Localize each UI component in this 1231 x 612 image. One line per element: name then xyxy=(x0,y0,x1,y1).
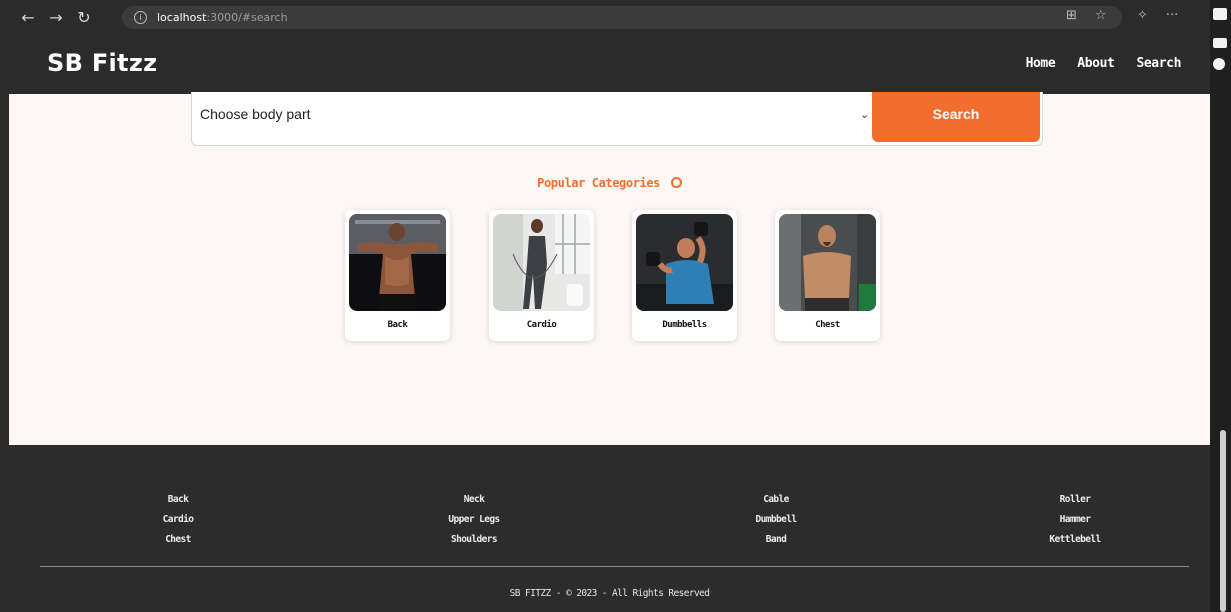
footer-column-2: Neck Upper Legs Shoulders xyxy=(404,490,544,550)
scrollbar-thumb[interactable] xyxy=(1220,430,1226,612)
settings-gear-icon[interactable] xyxy=(1213,58,1225,70)
footer-link-shoulders[interactable]: Shoulders xyxy=(404,530,544,550)
more-menu-icon[interactable]: ··· xyxy=(1166,8,1178,23)
favorites-icon[interactable]: ✧ xyxy=(1137,8,1148,23)
body-part-select[interactable]: Choose body part xyxy=(200,106,311,122)
category-label-chest: Chest xyxy=(815,320,840,330)
dumbbells-workout-image xyxy=(636,214,733,311)
category-card-cardio[interactable]: Cardio xyxy=(489,210,594,341)
search-button[interactable]: Search xyxy=(872,92,1040,142)
chevron-down-icon[interactable]: ⌄ xyxy=(860,108,869,121)
search-form: Choose body part ⌄ Search xyxy=(191,92,1043,146)
browser-actions: ⊞ ☆ xyxy=(1066,8,1107,23)
back-arrow-icon[interactable]: ← xyxy=(14,8,42,27)
footer-link-band[interactable]: Band xyxy=(706,530,846,550)
footer-divider xyxy=(40,566,1189,567)
popular-categories-title: Popular Categories xyxy=(9,176,1210,190)
cardio-workout-image xyxy=(493,214,590,311)
footer-column-4: Roller Hammer Kettlebell xyxy=(1005,490,1145,550)
address-bar[interactable]: i localhost:3000/#search xyxy=(122,6,1122,29)
category-label-back: Back xyxy=(387,320,408,330)
footer-link-back[interactable]: Back xyxy=(108,490,248,510)
category-label-cardio: Cardio xyxy=(526,320,557,330)
sidebar-tool-icon[interactable] xyxy=(1213,38,1227,48)
back-workout-image xyxy=(349,214,446,311)
site-footer: Back Cardio Chest Neck Upper Legs Should… xyxy=(9,445,1210,612)
category-card-dumbbells[interactable]: Dumbbells xyxy=(632,210,737,341)
copyright-text: SB FITZZ - © 2023 - All Rights Reserved xyxy=(509,588,710,599)
footer-link-neck[interactable]: Neck xyxy=(404,490,544,510)
footer-column-1: Back Cardio Chest xyxy=(108,490,248,550)
brand-logo[interactable]: SB Fitzz xyxy=(47,49,157,77)
footer-column-3: Cable Dumbbell Band xyxy=(706,490,846,550)
footer-link-hammer[interactable]: Hammer xyxy=(1005,510,1145,530)
browser-actions-right: ✧ ··· xyxy=(1137,8,1178,23)
reload-icon[interactable]: ↻ xyxy=(70,8,98,27)
search-page: Choose body part ⌄ Search Popular Catego… xyxy=(9,92,1210,445)
category-card-back[interactable]: Back xyxy=(345,210,450,341)
footer-link-roller[interactable]: Roller xyxy=(1005,490,1145,510)
site-info-icon[interactable]: i xyxy=(134,11,147,24)
category-label-dumbbells: Dumbbells xyxy=(662,320,707,330)
forward-arrow-icon[interactable]: → xyxy=(42,8,70,27)
popular-categories-label: Popular Categories xyxy=(537,176,660,190)
main-nav: Home About Search xyxy=(1026,56,1182,71)
footer-link-cardio[interactable]: Cardio xyxy=(108,510,248,530)
footer-link-upper-legs[interactable]: Upper Legs xyxy=(404,510,544,530)
fire-icon xyxy=(670,177,682,188)
url-path: :3000/#search xyxy=(206,11,288,24)
favorite-star-icon[interactable]: ☆ xyxy=(1095,8,1107,23)
chest-workout-image xyxy=(779,214,876,311)
nav-home[interactable]: Home xyxy=(1026,56,1056,71)
footer-link-kettlebell[interactable]: Kettlebell xyxy=(1005,530,1145,550)
reader-view-icon[interactable]: ⊞ xyxy=(1066,8,1077,23)
footer-link-cable[interactable]: Cable xyxy=(706,490,846,510)
url-host: localhost xyxy=(157,11,207,24)
footer-link-dumbbell[interactable]: Dumbbell xyxy=(706,510,846,530)
camera-icon[interactable] xyxy=(1213,8,1227,20)
nav-search[interactable]: Search xyxy=(1136,56,1181,71)
category-card-chest[interactable]: Chest xyxy=(775,210,880,341)
nav-about[interactable]: About xyxy=(1077,56,1115,71)
app-header: SB Fitzz Home About Search xyxy=(9,34,1210,94)
footer-link-chest[interactable]: Chest xyxy=(108,530,248,550)
